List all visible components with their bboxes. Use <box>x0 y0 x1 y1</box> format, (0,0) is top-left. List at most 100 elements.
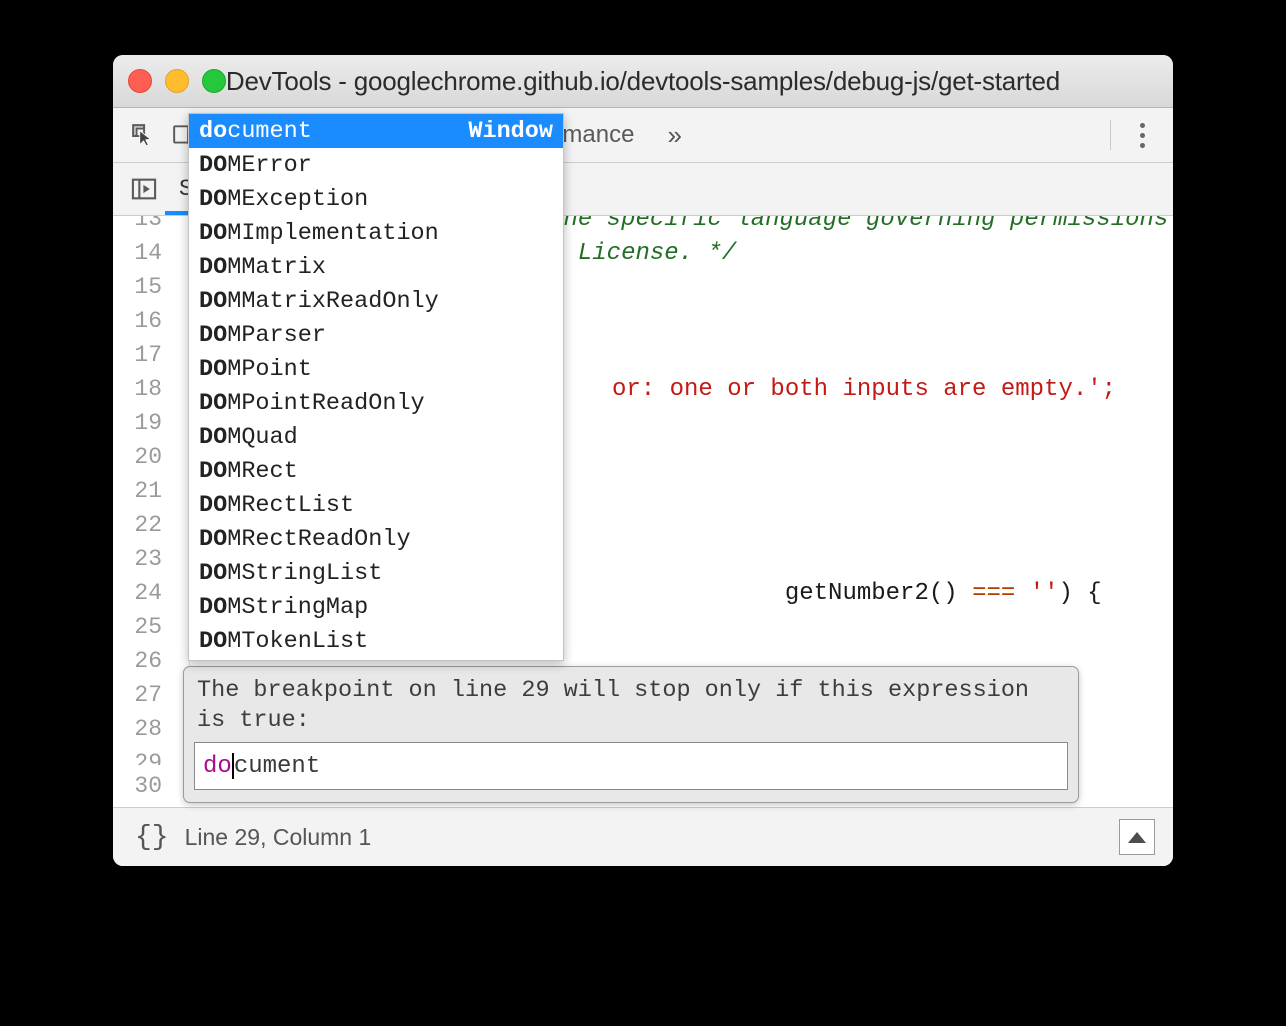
code-token: ) { <box>1059 580 1102 607</box>
triangle-up-icon <box>1128 832 1146 843</box>
autocomplete-label: DOMMatrix <box>199 254 326 281</box>
minimize-button-icon[interactable] <box>165 69 189 93</box>
autocomplete-item[interactable]: DOMMatrixReadOnly <box>189 284 563 318</box>
editor-statusbar: {} Line 29, Column 1 <box>113 807 1173 866</box>
line-number: 15 <box>113 274 175 300</box>
autocomplete-item[interactable]: document Window <box>189 114 563 148</box>
matched-prefix: DO <box>199 322 227 349</box>
matched-prefix: DO <box>199 254 227 281</box>
matched-prefix: DO <box>199 288 227 315</box>
autocomplete-item[interactable]: DOMMatrix <box>189 250 563 284</box>
line-number: 21 <box>113 478 175 504</box>
line-number: 25 <box>113 614 175 640</box>
drawer-toggle-icon[interactable] <box>1119 819 1155 855</box>
remaining-text: MPoint <box>227 356 312 383</box>
autocomplete-item[interactable]: DOMError <box>189 148 563 182</box>
autocomplete-item[interactable]: DOMStringList <box>189 556 563 590</box>
matched-prefix: DO <box>199 594 227 621</box>
inspect-element-icon[interactable] <box>123 115 163 155</box>
line-number: 18 <box>113 376 175 402</box>
autocomplete-item[interactable]: DOMTokenList <box>189 624 563 658</box>
menu-dot <box>1140 123 1145 128</box>
matched-prefix: DO <box>199 424 227 451</box>
autocomplete-item[interactable]: DOMPoint <box>189 352 563 386</box>
remaining-text: MRectList <box>227 492 354 519</box>
autocomplete-item[interactable]: DOMRectList <box>189 488 563 522</box>
menu-dot <box>1140 133 1145 138</box>
code-token: getNumber2() <box>785 580 972 607</box>
toolbar-divider-right <box>1110 120 1111 150</box>
matched-prefix: do <box>199 118 227 145</box>
autocomplete-label: DOMStringMap <box>199 594 368 621</box>
autocomplete-label: DOMRect <box>199 458 298 485</box>
autocomplete-label: DOMMatrixReadOnly <box>199 288 439 315</box>
conditional-breakpoint-editor: The breakpoint on line 29 will stop only… <box>183 666 1079 803</box>
matched-prefix: DO <box>199 220 227 247</box>
autocomplete-label: DOMParser <box>199 322 326 349</box>
autocomplete-item[interactable]: DOMException <box>189 182 563 216</box>
typed-text: do <box>203 753 232 780</box>
autocomplete-label: DOMPoint <box>199 356 312 383</box>
line-number: 28 <box>113 716 175 742</box>
autocomplete-label: DOMException <box>199 186 368 213</box>
show-navigator-icon[interactable] <box>123 168 165 210</box>
pretty-print-icon[interactable]: {} <box>113 822 185 853</box>
conditional-breakpoint-input[interactable]: document <box>194 742 1068 790</box>
matched-prefix: DO <box>199 356 227 383</box>
line-number: 16 <box>113 308 175 334</box>
autocomplete-ghost-text: cument <box>234 753 320 780</box>
autocomplete-label: DOMStringList <box>199 560 382 587</box>
code-token: '' <box>1030 580 1059 607</box>
zoom-button-icon[interactable] <box>202 69 226 93</box>
remaining-text: MRect <box>227 458 298 485</box>
autocomplete-dropdown: document Window DOMError DOMException DO… <box>188 113 564 661</box>
line-number: 27 <box>113 682 175 708</box>
line-number: 22 <box>113 512 175 538</box>
matched-prefix: DO <box>199 458 227 485</box>
matched-prefix: DO <box>199 628 227 655</box>
line-number: 26 <box>113 648 175 674</box>
autocomplete-label: DOMImplementation <box>199 220 439 247</box>
autocomplete-item[interactable]: DOMImplementation <box>189 216 563 250</box>
remaining-text: MStringMap <box>227 594 368 621</box>
window-title: DevTools - googlechrome.github.io/devtoo… <box>113 66 1173 97</box>
remaining-text: MQuad <box>227 424 298 451</box>
autocomplete-item[interactable]: DOMRectReadOnly <box>189 522 563 556</box>
autocomplete-label: DOMTokenList <box>199 628 368 655</box>
remaining-text: MPointReadOnly <box>227 390 424 417</box>
matched-prefix: DO <box>199 152 227 179</box>
matched-prefix: DO <box>199 526 227 553</box>
close-button-icon[interactable] <box>128 69 152 93</box>
remaining-text: MException <box>227 186 368 213</box>
remaining-text: MParser <box>227 322 326 349</box>
line-number: 14 <box>113 240 175 266</box>
line-number: 23 <box>113 546 175 572</box>
autocomplete-item[interactable]: DOMQuad <box>189 420 563 454</box>
autocomplete-item[interactable]: DOMRect <box>189 454 563 488</box>
autocomplete-label: DOMRectReadOnly <box>199 526 411 553</box>
matched-prefix: DO <box>199 186 227 213</box>
autocomplete-type: Window <box>468 118 553 145</box>
line-number: 20 <box>113 444 175 470</box>
screen: DevTools - googlechrome.github.io/devtoo… <box>0 0 1286 1026</box>
remaining-text: MImplementation <box>227 220 439 247</box>
autocomplete-item[interactable]: DOMPointReadOnly <box>189 386 563 420</box>
remaining-text: MMatrixReadOnly <box>227 288 439 315</box>
matched-prefix: DO <box>199 560 227 587</box>
remaining-text: MError <box>227 152 312 179</box>
remaining-text: MTokenList <box>227 628 368 655</box>
remaining-text: cument <box>227 118 312 145</box>
more-tabs-button[interactable]: » <box>653 108 695 162</box>
line-number: 13 <box>113 216 175 232</box>
statusbar-right <box>1119 819 1173 855</box>
matched-prefix: DO <box>199 492 227 519</box>
autocomplete-label: DOMPointReadOnly <box>199 390 425 417</box>
autocomplete-item[interactable]: DOMStringMap <box>189 590 563 624</box>
autocomplete-label: DOMRectList <box>199 492 354 519</box>
remaining-text: MMatrix <box>227 254 326 281</box>
conditional-breakpoint-message: The breakpoint on line 29 will stop only… <box>194 676 1068 742</box>
matched-prefix: DO <box>199 390 227 417</box>
kebab-menu-icon[interactable] <box>1125 115 1159 155</box>
autocomplete-item[interactable]: DOMParser <box>189 318 563 352</box>
code-token: === <box>972 580 1015 607</box>
